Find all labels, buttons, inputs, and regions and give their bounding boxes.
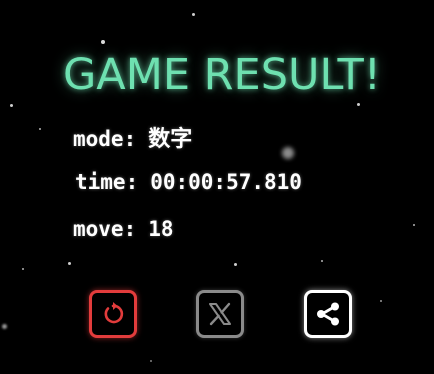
retry-button[interactable] — [89, 290, 137, 338]
star — [192, 13, 195, 16]
star — [413, 224, 415, 226]
star — [68, 262, 71, 265]
mode-value: 数字 — [148, 127, 193, 152]
star — [2, 324, 7, 329]
star — [282, 147, 294, 159]
star — [234, 263, 237, 266]
share-button[interactable] — [304, 290, 352, 338]
star — [39, 128, 41, 130]
mode-label: mode: — [73, 127, 137, 151]
x-logo-icon — [209, 302, 231, 326]
time-label: time: — [75, 170, 139, 194]
page-title: GAME RESULT! — [62, 50, 382, 100]
move-label: move: — [73, 217, 137, 241]
star — [380, 300, 382, 302]
star — [321, 260, 323, 262]
time-value: 00:00:57.810 — [150, 170, 302, 194]
star — [150, 360, 152, 362]
star — [101, 40, 105, 44]
retry-icon — [104, 302, 124, 324]
share-x-button[interactable] — [196, 290, 244, 338]
star — [357, 103, 360, 106]
move-row: move: 18 — [73, 217, 174, 241]
mode-row: mode: 数字 — [73, 121, 192, 153]
star — [10, 104, 13, 107]
move-value: 18 — [148, 217, 174, 241]
share-icon — [317, 302, 339, 326]
game-result-screen: GAME RESULT! mode: 数字 time: 00:00:57.810 m… — [0, 0, 434, 374]
time-row: time: 00:00:57.810 — [75, 170, 302, 194]
star — [22, 268, 24, 270]
